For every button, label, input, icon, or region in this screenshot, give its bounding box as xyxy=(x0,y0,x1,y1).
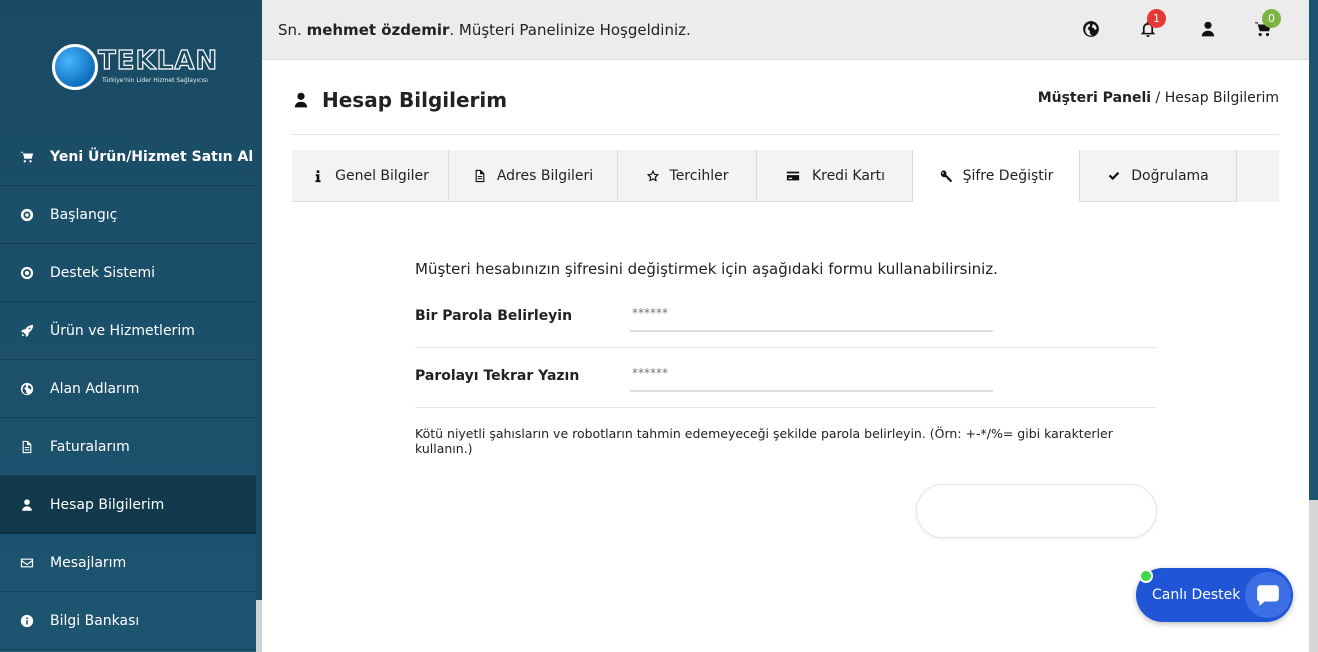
sidebar-item-domains[interactable]: Alan Adlarım xyxy=(0,360,256,418)
sidebar-item-label: Alan Adlarım xyxy=(50,380,140,397)
info-icon xyxy=(315,169,321,182)
user-icon xyxy=(20,498,50,512)
file-icon xyxy=(20,440,50,454)
brand-tagline: Türkiye'nin Lider Hizmet Sağlayıcısı xyxy=(102,77,208,84)
sidebar-item-new-order[interactable]: Yeni Ürün/Hizmet Satın Al xyxy=(0,128,256,186)
sidebar-item-label: Yeni Ürün/Hizmet Satın Al xyxy=(50,148,254,165)
sidebar: TEKLAN Türkiye'nin Lider Hizmet Sağlayıc… xyxy=(0,0,256,652)
cart-count-badge: 0 xyxy=(1262,9,1281,28)
tab-label: Şifre Değiştir xyxy=(962,167,1054,184)
sidebar-item-label: Hesap Bilgilerim xyxy=(50,496,165,513)
password-hint: Kötü niyetli şahısların ve robotların ta… xyxy=(415,426,1113,456)
password-label: Bir Parola Belirleyin xyxy=(415,308,573,324)
sidebar-item-messages[interactable]: Mesajlarım xyxy=(0,534,256,592)
tab-change-password[interactable]: Şifre Değiştir xyxy=(913,150,1080,202)
sidebar-item-label: Destek Sistemi xyxy=(50,264,156,281)
envelope-icon xyxy=(20,556,50,570)
brand-name: TEKLAN xyxy=(97,45,219,76)
confirm-password-input[interactable] xyxy=(630,356,993,392)
sidebar-item-dashboard[interactable]: Başlangıç xyxy=(0,186,256,244)
tab-verification[interactable]: Doğrulama xyxy=(1080,150,1237,202)
save-password-button[interactable] xyxy=(916,484,1157,538)
main-content: Hesap Bilgilerim Müşteri Paneli / Hesap … xyxy=(262,60,1309,652)
page-scrollbar-thumb[interactable] xyxy=(1309,0,1318,500)
globe-logo-icon xyxy=(52,44,98,90)
info-icon xyxy=(20,614,50,628)
tab-credit-card[interactable]: Kredi Kartı xyxy=(757,150,913,202)
sidebar-item-services[interactable]: Ürün ve Hizmetlerim xyxy=(0,302,256,360)
user-account-icon[interactable] xyxy=(1199,20,1219,40)
globe-icon xyxy=(20,382,50,396)
tab-label: Tercihler xyxy=(669,167,729,184)
confirm-password-label: Parolayı Tekrar Yazın xyxy=(415,368,580,384)
breadcrumb-root-link[interactable]: Müşteri Paneli xyxy=(1038,90,1151,106)
sidebar-item-label: Bilgi Bankası xyxy=(50,612,140,629)
sidebar-nav: Yeni Ürün/Hizmet Satın Al Başlangıç Dest… xyxy=(0,128,256,650)
sidebar-item-support[interactable]: Destek Sistemi xyxy=(0,244,256,302)
lifebuoy-icon xyxy=(20,266,50,280)
welcome-message: Sn. mehmet özdemir. Müşteri Panelinize H… xyxy=(278,21,691,39)
password-input[interactable] xyxy=(630,296,993,332)
credit-card-icon xyxy=(786,171,800,180)
page-header: Hesap Bilgilerim Müşteri Paneli / Hesap … xyxy=(292,80,1279,135)
sidebar-item-label: Mesajlarım xyxy=(50,554,127,571)
tab-label: Genel Bilgiler xyxy=(335,167,429,184)
live-chat-button[interactable]: Canlı Destek xyxy=(1136,568,1293,622)
account-tabs: Genel Bilgiler Adres Bilgileri Tercihler… xyxy=(292,150,1279,202)
change-password-form: Müşteri hesabınızın şifresini değiştirme… xyxy=(415,260,1156,456)
tab-label: Adres Bilgileri xyxy=(496,167,594,184)
breadcrumb-current: Hesap Bilgilerim xyxy=(1164,90,1279,106)
breadcrumb: Müşteri Paneli / Hesap Bilgilerim xyxy=(1038,90,1279,106)
sidebar-item-label: Faturalarım xyxy=(50,438,130,455)
sidebar-item-invoices[interactable]: Faturalarım xyxy=(0,418,256,476)
tab-label: Doğrulama xyxy=(1131,167,1209,184)
tab-general-info[interactable]: Genel Bilgiler xyxy=(292,150,449,202)
form-intro-text: Müşteri hesabınızın şifresini değiştirme… xyxy=(415,260,998,278)
chat-bubble-icon xyxy=(1245,572,1291,618)
shopping-cart-icon[interactable]: 0 xyxy=(1254,9,1281,40)
notifications-bell-icon[interactable]: 1 xyxy=(1139,9,1166,40)
password-row: Bir Parola Belirleyin xyxy=(415,288,1156,348)
sidebar-item-label: Başlangıç xyxy=(50,206,118,223)
sidebar-item-knowledgebase[interactable]: Bilgi Bankası xyxy=(0,592,256,650)
key-icon xyxy=(940,169,952,182)
tab-preferences[interactable]: Tercihler xyxy=(618,150,757,202)
notification-count-badge: 1 xyxy=(1147,9,1166,28)
breadcrumb-separator: / xyxy=(1151,90,1165,106)
user-icon xyxy=(294,92,308,108)
sidebar-item-account[interactable]: Hesap Bilgilerim xyxy=(0,476,256,534)
sidebar-item-label: Ürün ve Hizmetlerim xyxy=(50,322,195,339)
cart-icon xyxy=(20,150,50,164)
welcome-prefix: Sn. xyxy=(278,20,307,39)
page-title: Hesap Bilgilerim xyxy=(292,88,507,112)
tab-address-info[interactable]: Adres Bilgileri xyxy=(449,150,618,202)
live-chat-label: Canlı Destek xyxy=(1152,587,1241,603)
tab-label: Kredi Kartı xyxy=(811,167,886,184)
welcome-suffix: . Müşteri Panelinize Hoşgeldiniz. xyxy=(449,20,691,39)
online-status-indicator xyxy=(1139,569,1153,583)
document-icon xyxy=(475,169,485,182)
language-globe-icon[interactable] xyxy=(1082,20,1102,40)
confirm-password-row: Parolayı Tekrar Yazın xyxy=(415,348,1156,408)
user-name: mehmet özdemir xyxy=(306,20,450,39)
star-icon xyxy=(646,169,659,182)
page-title-text: Hesap Bilgilerim xyxy=(322,88,508,112)
rocket-icon xyxy=(20,324,50,338)
brand-logo[interactable]: TEKLAN Türkiye'nin Lider Hizmet Sağlayıc… xyxy=(52,44,218,94)
gear-icon xyxy=(20,208,50,222)
check-icon xyxy=(1108,171,1120,180)
